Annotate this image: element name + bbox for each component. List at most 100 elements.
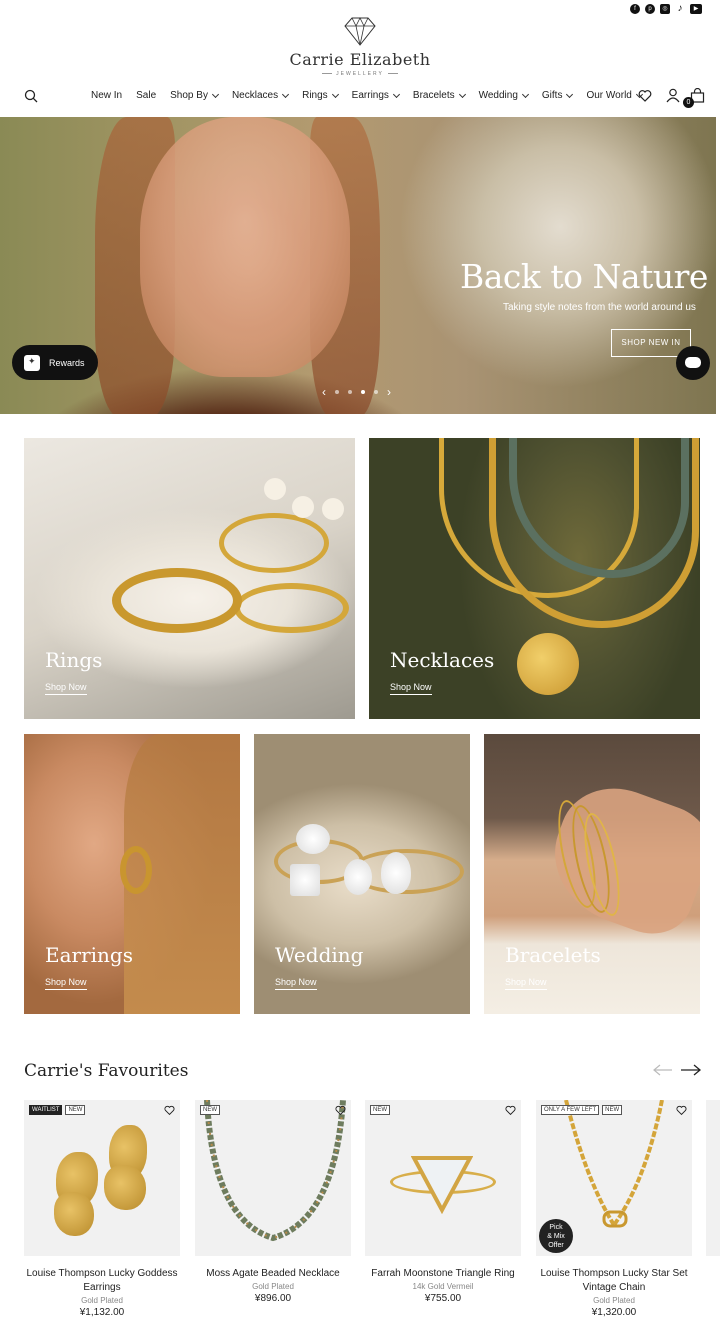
product-name[interactable]: Louise Thompson Lucky Star Set Vintage C…: [536, 1267, 692, 1295]
product-name[interactable]: Farrah Moonstone Triangle Ring: [365, 1267, 521, 1281]
rewards-button[interactable]: Rewards: [12, 345, 98, 380]
product-card[interactable]: WAITLIST NEW Louise Thompson Lucky Godde…: [24, 1100, 180, 1318]
badge-new: NEW: [602, 1105, 623, 1115]
chevron-down-icon: [458, 90, 466, 98]
shop-now-link[interactable]: Shop Now: [505, 977, 547, 990]
product-material: 14k Gold Vermeil: [412, 1282, 474, 1291]
diamond-image: [344, 859, 372, 895]
product-material: Gold Plated: [593, 1296, 635, 1305]
pearl-image: [292, 496, 314, 518]
section-title: Carrie's Favourites: [24, 1061, 189, 1081]
product-image[interactable]: WAITLIST NEW: [24, 1100, 180, 1256]
account-icon[interactable]: [666, 88, 680, 103]
nav-item-necklaces[interactable]: Necklaces: [232, 90, 290, 101]
category-rings[interactable]: Rings Shop Now: [24, 438, 355, 719]
pearl-image: [322, 498, 344, 520]
nav-item-gifts[interactable]: Gifts: [542, 90, 574, 101]
search-icon[interactable]: [24, 89, 38, 103]
product-material: Gold Plated: [81, 1296, 123, 1305]
nav-item-new-in[interactable]: New In: [91, 90, 122, 101]
shop-now-link[interactable]: Shop Now: [45, 682, 87, 695]
pearl-image: [264, 478, 286, 500]
carousel-dot[interactable]: [361, 390, 365, 394]
nav-item-shop-by[interactable]: Shop By: [170, 90, 219, 101]
product-card-partial[interactable]: [706, 1100, 720, 1256]
category-label: Wedding: [275, 943, 364, 967]
product-price: ¥896.00: [254, 1293, 292, 1304]
facebook-icon[interactable]: f: [630, 4, 640, 14]
carousel-dot[interactable]: [335, 390, 339, 394]
beaded-necklace-shape: [204, 1100, 346, 1242]
chevron-down-icon: [331, 90, 339, 98]
category-necklaces[interactable]: Necklaces Shop Now: [369, 438, 700, 719]
pinterest-icon[interactable]: p: [645, 4, 655, 14]
hero-image-model: [140, 117, 350, 377]
nav-item-label: Sale: [136, 90, 157, 101]
product-image[interactable]: ONLY A FEW LEFT NEW Pick & Mix Offer: [536, 1100, 692, 1256]
category-earrings[interactable]: Earrings Shop Now: [24, 734, 240, 1014]
shop-now-link[interactable]: Shop Now: [45, 977, 87, 990]
earring-shape: [104, 1165, 146, 1210]
cart-count-badge: 0: [683, 97, 694, 108]
category-label: Bracelets: [505, 943, 601, 967]
nav-item-our-world[interactable]: Our World: [586, 90, 643, 101]
moonstone-triangle-shape: [411, 1156, 473, 1214]
category-wedding[interactable]: Wedding Shop Now: [254, 734, 470, 1014]
category-label: Earrings: [45, 943, 133, 967]
youtube-icon[interactable]: ▶: [690, 4, 702, 14]
nav-menu: New In Sale Shop By Necklaces Rings Earrings B…: [91, 90, 656, 101]
brand-logo[interactable]: Carrie Elizabeth JEWELLERY: [0, 16, 720, 77]
shop-now-link[interactable]: Shop Now: [390, 682, 432, 695]
wrist-image: [536, 772, 700, 946]
hero-banner[interactable]: Back to Nature Taking style notes from t…: [0, 117, 716, 414]
hero-title: Back to Nature: [460, 257, 708, 296]
wishlist-heart-icon[interactable]: [164, 1105, 175, 1116]
hero-subtitle: Taking style notes from the world around…: [503, 302, 696, 313]
social-links: f p ◎ ♪ ▶: [630, 4, 702, 14]
gift-icon: [24, 354, 40, 371]
product-card[interactable]: NEW Moss Agate Beaded Necklace Gold Plat…: [195, 1100, 351, 1304]
nav-item-bracelets[interactable]: Bracelets: [413, 90, 466, 101]
product-badges: WAITLIST NEW: [29, 1105, 86, 1115]
chevron-down-icon: [521, 90, 529, 98]
wishlist-heart-icon[interactable]: [676, 1105, 687, 1116]
product-card[interactable]: ONLY A FEW LEFT NEW Pick & Mix Offer Louis…: [536, 1100, 692, 1318]
wishlist-heart-icon[interactable]: [505, 1105, 516, 1116]
arrow-left-icon[interactable]: [653, 1064, 672, 1076]
badge-new: NEW: [65, 1105, 86, 1115]
product-image[interactable]: NEW: [365, 1100, 521, 1256]
diamond-image: [296, 824, 330, 854]
nav-item-earrings[interactable]: Earrings: [352, 90, 400, 101]
badge-new: NEW: [370, 1105, 390, 1115]
nav-item-rings[interactable]: Rings: [302, 90, 339, 101]
wishlist-icon[interactable]: [638, 89, 652, 103]
carousel-prev-icon[interactable]: ‹: [322, 385, 326, 399]
hero-carousel-controls: ‹ ›: [322, 385, 391, 399]
carousel-dot[interactable]: [348, 390, 352, 394]
category-bracelets[interactable]: Bracelets Shop Now: [484, 734, 700, 1014]
product-name[interactable]: Louise Thompson Lucky Goddess Earrings: [24, 1267, 180, 1295]
arrow-right-icon[interactable]: [681, 1064, 702, 1076]
product-card[interactable]: NEW Farrah Moonstone Triangle Ring 14k G…: [365, 1100, 521, 1304]
pick-and-mix-tag: Pick & Mix Offer: [539, 1219, 573, 1253]
chevron-down-icon: [211, 90, 219, 98]
chevron-down-icon: [566, 90, 574, 98]
carousel-next-icon[interactable]: ›: [387, 385, 391, 399]
product-price: ¥755.00: [424, 1293, 462, 1304]
nav-item-wedding[interactable]: Wedding: [478, 90, 529, 101]
nav-item-sale[interactable]: Sale: [136, 90, 156, 101]
instagram-icon[interactable]: ◎: [660, 4, 670, 14]
product-image[interactable]: NEW: [195, 1100, 351, 1256]
nav-item-label: Wedding: [478, 90, 518, 101]
product-name[interactable]: Moss Agate Beaded Necklace: [195, 1267, 351, 1281]
brand-name: Carrie Elizabeth: [289, 50, 431, 69]
badge-waitlist: WAITLIST: [29, 1105, 63, 1115]
carousel-dot[interactable]: [374, 390, 378, 394]
chat-button[interactable]: [676, 346, 710, 380]
tiktok-icon[interactable]: ♪: [675, 4, 685, 14]
ring-image: [234, 583, 349, 633]
rewards-label: Rewards: [49, 357, 85, 368]
wishlist-heart-icon[interactable]: [335, 1105, 346, 1116]
shop-now-link[interactable]: Shop Now: [275, 977, 317, 990]
diamond-image: [381, 852, 411, 894]
